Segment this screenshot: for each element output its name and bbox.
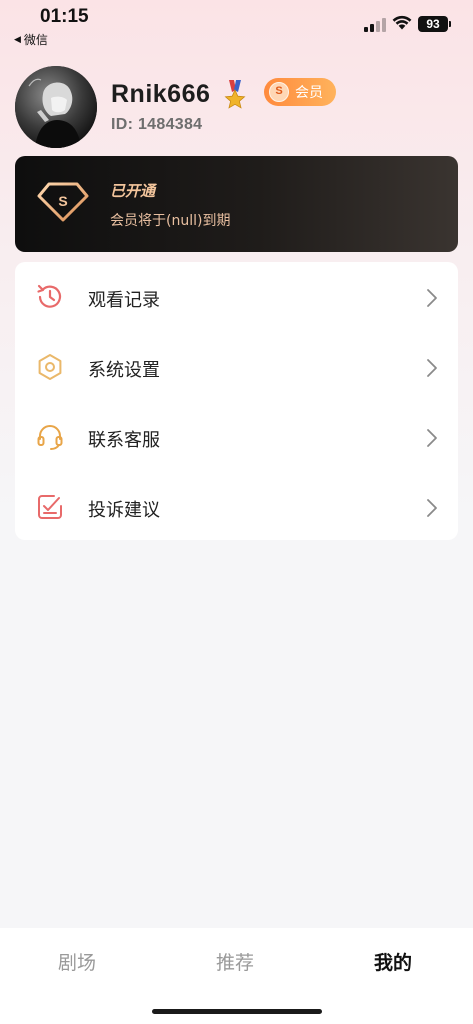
vip-s-coin-icon: S <box>269 82 289 102</box>
settings-menu: 观看记录 系统设置 联系客服 投诉建议 <box>15 262 458 540</box>
menu-item-label: 投诉建议 <box>88 500 160 521</box>
tab-theater[interactable]: 剧场 <box>58 948 96 975</box>
menu-item-system-settings[interactable]: 系统设置 <box>15 332 458 402</box>
chevron-right-icon <box>427 289 437 307</box>
cellular-signal-icon <box>364 18 386 32</box>
avatar-image <box>15 66 97 148</box>
medal-icon <box>224 80 246 109</box>
back-arrow-icon: ◀ <box>14 34 21 45</box>
membership-status-title: 已开通 <box>110 182 156 200</box>
status-time: 01:15 <box>40 6 89 27</box>
back-app-label: 微信 <box>23 33 48 47</box>
diamond-letter: S <box>58 193 67 209</box>
menu-item-label: 联系客服 <box>88 430 160 451</box>
tab-recommend[interactable]: 推荐 <box>216 948 254 975</box>
vip-badge-label: 会员 <box>295 85 323 101</box>
username: Rnik666 <box>111 80 211 108</box>
user-id: ID: 1484384 <box>111 116 203 133</box>
chevron-right-icon <box>427 499 437 517</box>
menu-item-contact-support[interactable]: 联系客服 <box>15 402 458 472</box>
menu-item-label: 系统设置 <box>88 360 160 381</box>
back-to-app-link[interactable]: ◀ 微信 <box>14 31 48 48</box>
menu-item-label: 观看记录 <box>88 290 160 311</box>
history-icon <box>37 284 62 308</box>
diamond-icon: S <box>37 182 89 222</box>
tab-mine[interactable]: 我的 <box>374 948 412 975</box>
membership-expire-text: 会员将于(null)到期 <box>110 213 231 229</box>
chevron-right-icon <box>427 359 437 377</box>
feedback-icon <box>38 495 62 519</box>
battery-indicator: 93 <box>418 16 451 32</box>
wifi-icon <box>392 15 412 30</box>
vip-member-badge[interactable]: S 会员 <box>264 78 336 106</box>
menu-item-complaints-suggestions[interactable]: 投诉建议 <box>15 472 458 542</box>
headset-icon <box>37 425 63 450</box>
avatar[interactable] <box>15 66 97 148</box>
home-indicator[interactable] <box>152 1009 322 1014</box>
membership-card[interactable]: S 已开通 会员将于(null)到期 <box>15 156 458 252</box>
status-bar: 01:15 ◀ 微信 93 <box>0 0 473 52</box>
chevron-right-icon <box>427 429 437 447</box>
settings-icon <box>38 354 62 380</box>
menu-item-watch-history[interactable]: 观看记录 <box>15 262 458 332</box>
